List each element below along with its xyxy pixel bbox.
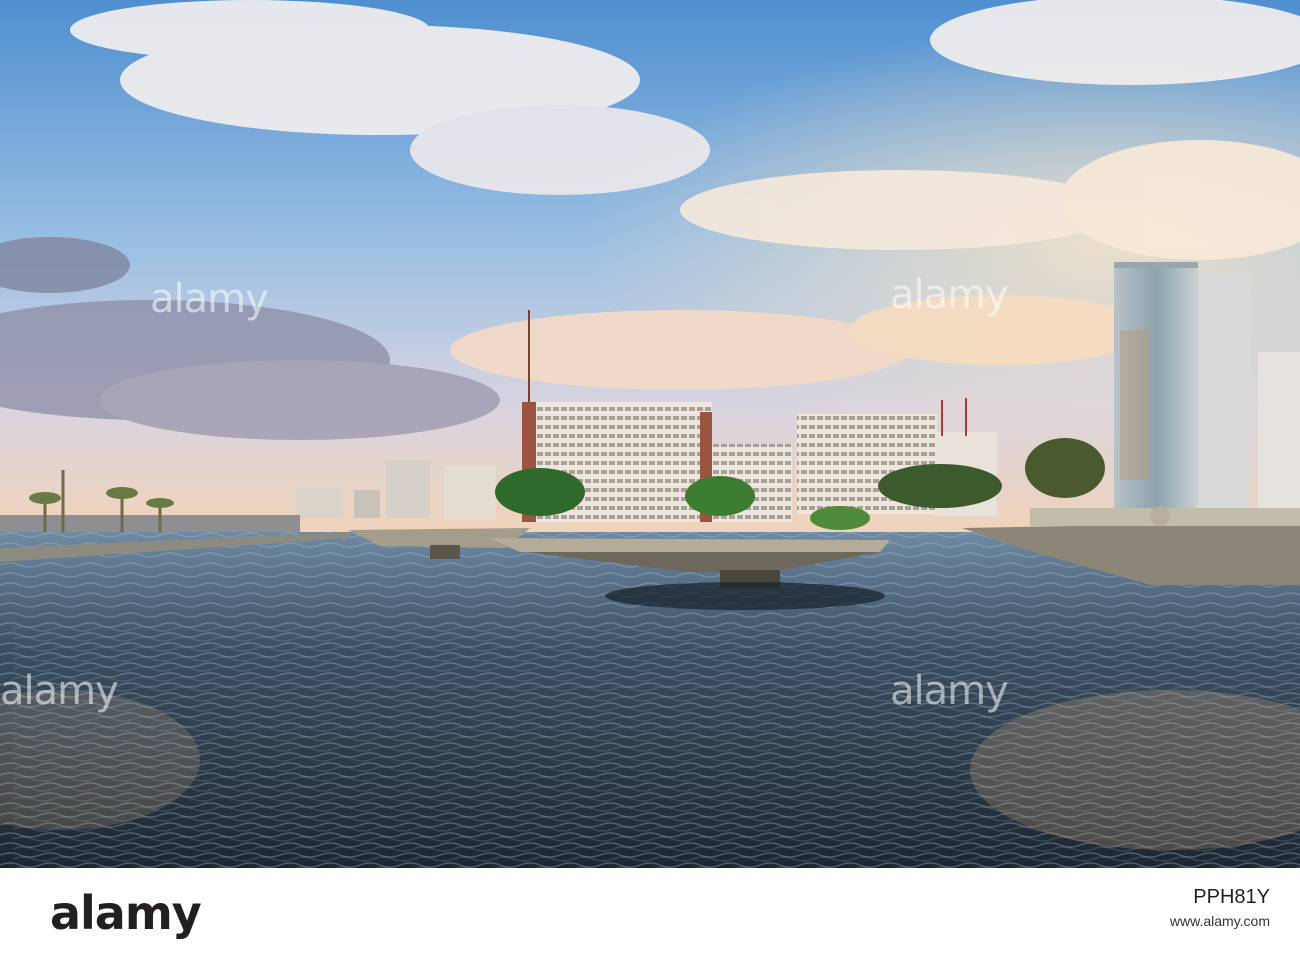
image-id: PPH81Y: [1193, 886, 1270, 908]
site-url: www.alamy.com: [1169, 913, 1270, 929]
image-id-block: PPH81Y www.alamy.com: [1170, 884, 1270, 932]
photo-frame: alamy alamy alamy alamy alamy PPH81Y www…: [0, 0, 1300, 956]
city-waterfront-photo: [0, 0, 1300, 868]
alamy-logo: alamy: [50, 886, 202, 940]
